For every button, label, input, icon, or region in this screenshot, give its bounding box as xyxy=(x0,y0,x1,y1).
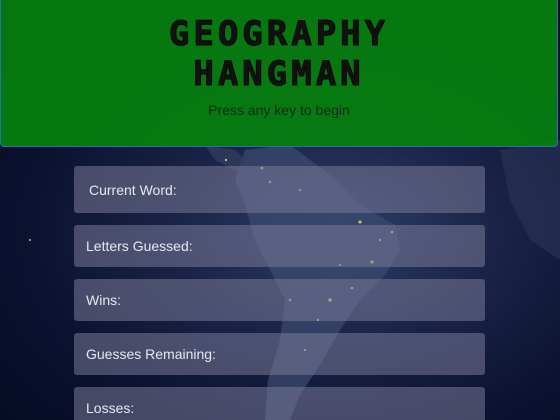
header-banner: GEOGRAPHY HANGMAN Press any key to begin xyxy=(0,0,558,147)
letters-guessed-panel: Letters Guessed: xyxy=(74,225,485,267)
guesses-remaining-label: Guesses Remaining: xyxy=(86,346,216,362)
wins-label: Wins: xyxy=(86,292,121,308)
current-word-label: Current Word: xyxy=(89,181,177,198)
page-title: GEOGRAPHY HANGMAN xyxy=(1,0,557,95)
letters-guessed-label: Letters Guessed: xyxy=(86,238,193,254)
title-line-geography: GEOGRAPHY xyxy=(168,14,390,55)
title-line-hangman: HANGMAN xyxy=(193,54,365,95)
guesses-remaining-panel: Guesses Remaining: xyxy=(74,333,485,375)
losses-label: Losses: xyxy=(86,400,135,416)
start-instruction: Press any key to begin xyxy=(208,102,350,118)
africa-landmass-edge xyxy=(500,140,560,260)
losses-panel: Losses: xyxy=(74,387,485,420)
wins-panel: Wins: xyxy=(74,279,485,321)
current-word-panel: Current Word: xyxy=(74,166,485,213)
